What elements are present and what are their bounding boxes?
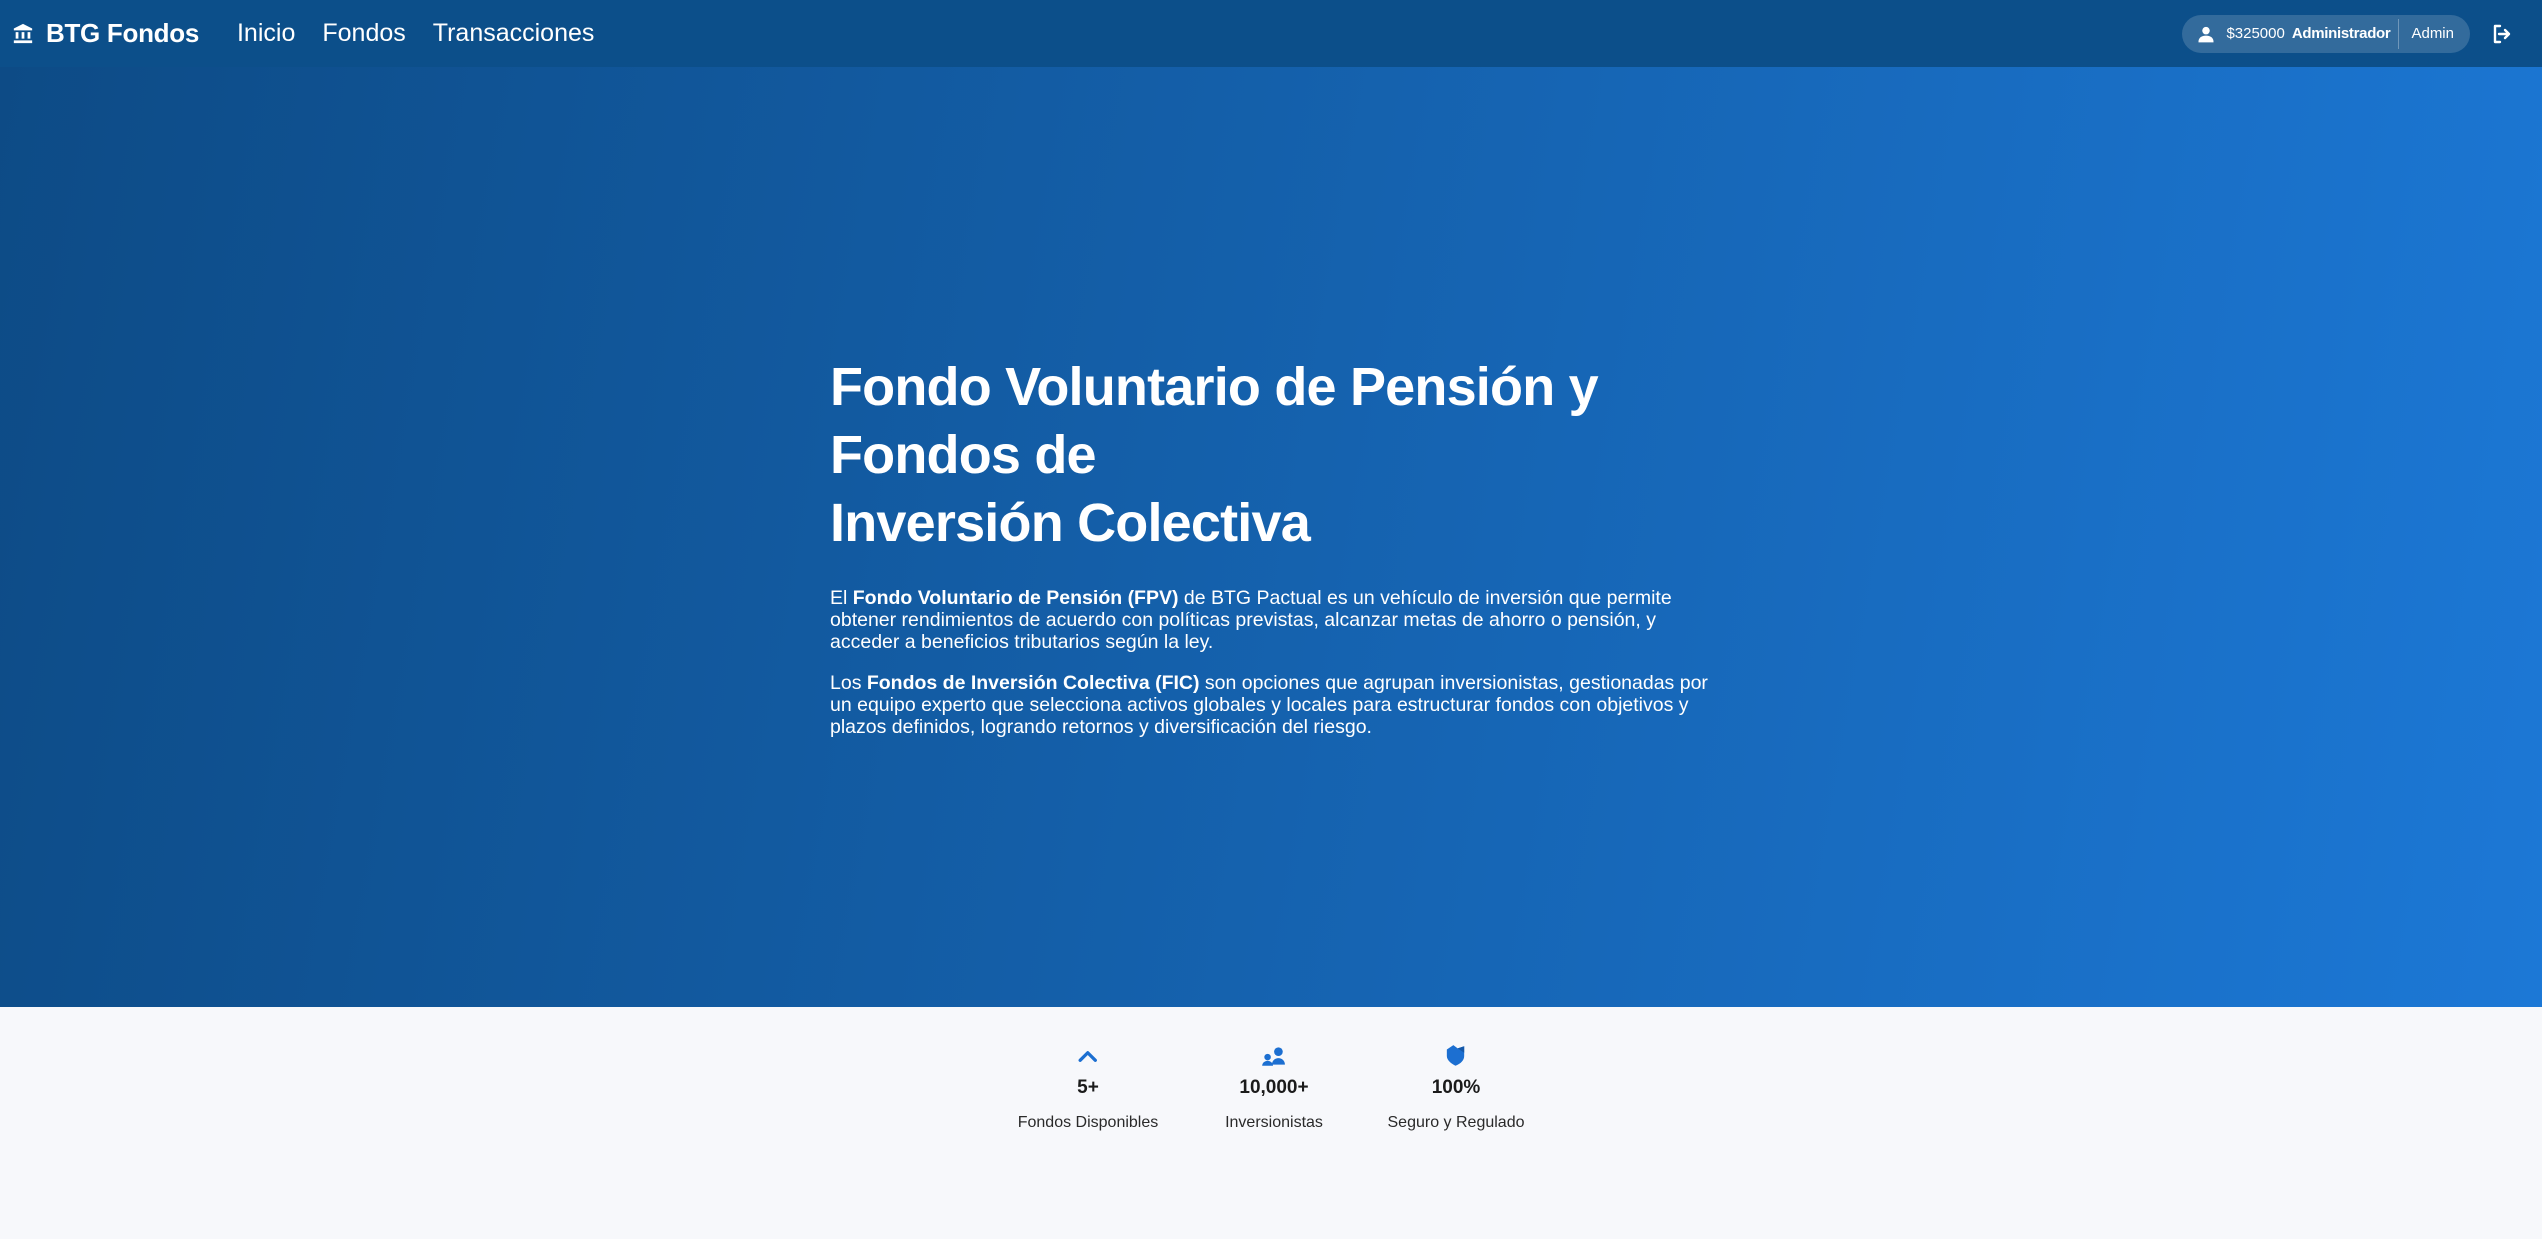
hero-title-line-3: Inversión Colectiva: [830, 493, 1311, 553]
nav-link-fondos[interactable]: Fondos: [322, 19, 405, 48]
role-badge: Admin: [2398, 18, 2466, 49]
balance-amount: $325000: [2226, 25, 2285, 42]
fic-prefix: Los: [830, 672, 867, 694]
nav-link-inicio[interactable]: Inicio: [237, 19, 295, 48]
trending-up-icon: [1078, 1051, 1098, 1062]
fpv-name: Fondo Voluntario de Pensión (FPV): [852, 587, 1179, 609]
stat-value: 10,000+: [1239, 1077, 1309, 1098]
fpv-description: El Fondo Voluntario de Pensión (FPV) de …: [830, 587, 1710, 653]
hero-content: Fondo Voluntario de Pensión y Fondos de …: [830, 353, 1710, 757]
stat-label: Inversionistas: [1225, 1114, 1323, 1131]
hero-title-line-1: Fondo Voluntario de Pensión y: [830, 357, 1599, 417]
brand-link[interactable]: BTG Fondos: [12, 18, 199, 49]
nav-link-transacciones[interactable]: Transacciones: [433, 19, 595, 48]
top-navbar: BTG Fondos Inicio Fondos Transacciones $…: [0, 0, 2542, 67]
stat-value: 5+: [1077, 1077, 1099, 1098]
brand-name: BTG Fondos: [46, 18, 199, 48]
bank-icon: [13, 23, 33, 43]
logout-icon: [2493, 24, 2511, 43]
logout-button[interactable]: [2488, 20, 2516, 48]
stats-section: 5+ Fondos Disponibles 10,000+ Inversioni…: [0, 1007, 2542, 1239]
hero-section: Fondo Voluntario de Pensión y Fondos de …: [0, 67, 2542, 1007]
user-name: Administrador: [2291, 25, 2391, 42]
main-nav: Inicio Fondos Transacciones: [237, 19, 621, 48]
hero-title: Fondo Voluntario de Pensión y Fondos de …: [830, 353, 1710, 557]
fic-description: Los Fondos de Inversión Colectiva (FIC) …: [830, 672, 1710, 738]
stat-investors: 10,000+ Inversionistas: [1225, 1043, 1323, 1132]
fpv-prefix: El: [830, 587, 853, 609]
stat-label: Seguro y Regulado: [1387, 1114, 1525, 1131]
hero-title-line-2: Fondos de: [830, 425, 1097, 485]
user-icon: [2198, 26, 2214, 42]
stat-security: 100% Seguro y Regulado: [1387, 1043, 1525, 1132]
stat-value: 100%: [1431, 1077, 1481, 1098]
user-info-pill[interactable]: $325000 Administrador Admin: [2182, 14, 2470, 53]
people-icon: [1262, 1047, 1285, 1066]
stat-label: Fondos Disponibles: [1017, 1114, 1159, 1131]
nav-right: $325000 Administrador Admin: [2182, 14, 2516, 53]
fic-name: Fondos de Inversión Colectiva (FIC): [866, 672, 1200, 694]
stat-funds: 5+ Fondos Disponibles: [1017, 1043, 1159, 1132]
shield-icon: [1447, 1045, 1465, 1066]
